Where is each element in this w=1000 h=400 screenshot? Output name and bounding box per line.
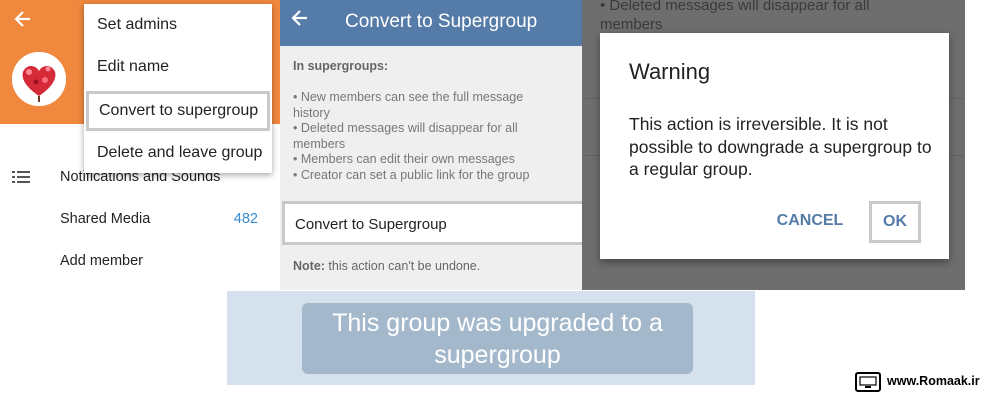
convert-title: Convert to Supergroup xyxy=(345,11,538,32)
info-line: • Members can edit their own messages xyxy=(293,152,515,166)
list-icon xyxy=(12,171,30,183)
dialog-message: This action is irreversible. It is not p… xyxy=(629,114,932,179)
upgrade-banner: This group was upgraded to a supergroup xyxy=(227,291,755,385)
convert-header: Convert to Supergroup xyxy=(280,0,582,46)
info-line: members xyxy=(293,136,346,151)
convert-button-label: Convert to Supergroup xyxy=(295,216,447,233)
cancel-button[interactable]: CANCEL xyxy=(770,201,850,241)
shared-media-count: 482 xyxy=(233,211,258,227)
convert-subtitle: In supergroups: xyxy=(293,59,389,73)
back-arrow-icon[interactable] xyxy=(290,8,316,36)
undo-note: Note: this action can't be undone. xyxy=(293,259,480,273)
info-line: history xyxy=(293,105,330,120)
shared-media-row[interactable]: Shared Media xyxy=(60,211,150,227)
info-line: • New members can see the full message xyxy=(293,90,524,104)
note-text: this action can't be undone. xyxy=(324,259,481,273)
overflow-menu: Set admins Edit name Convert to supergro… xyxy=(84,4,272,173)
ok-button[interactable]: OK xyxy=(869,201,921,243)
info-line: • Deleted messages will disappear for al… xyxy=(293,121,518,135)
dialog-title: Warning xyxy=(629,59,711,84)
add-member-row[interactable]: Add member xyxy=(60,253,143,269)
back-arrow-icon[interactable] xyxy=(8,8,38,38)
menu-item-delete-and-leave[interactable]: Delete and leave group xyxy=(84,133,272,173)
warning-panel: • Deleted messages will disappear for al… xyxy=(582,0,965,290)
menu-item-convert-to-supergroup[interactable]: Convert to supergroup xyxy=(86,91,270,131)
menu-item-set-admins[interactable]: Set admins xyxy=(84,5,272,45)
watermark: www.Romaak.ir xyxy=(855,370,995,394)
background-text: • Deleted messages will disappear for al… xyxy=(600,0,870,34)
group-info-panel: Notifications and Sounds Shared Media 48… xyxy=(0,0,280,290)
group-avatar[interactable] xyxy=(12,52,66,106)
background-text-line: members xyxy=(600,16,663,33)
background-text-line: • Deleted messages will disappear for al… xyxy=(600,0,870,14)
menu-item-edit-name[interactable]: Edit name xyxy=(84,47,272,87)
computer-icon xyxy=(855,372,881,392)
service-message: This group was upgraded to a supergroup xyxy=(302,303,693,374)
note-label: Note: xyxy=(293,259,325,273)
warning-dialog: Warning This action is irreversible. It … xyxy=(600,33,949,259)
convert-panel: Convert to Supergroup In supergroups: • … xyxy=(280,0,582,290)
info-line: • Creator can set a public link for the … xyxy=(293,167,530,182)
service-message-text: This group was upgraded to a supergroup xyxy=(332,309,663,369)
convert-to-supergroup-button[interactable]: Convert to Supergroup xyxy=(282,201,582,245)
watermark-text: www.Romaak.ir xyxy=(887,374,980,388)
